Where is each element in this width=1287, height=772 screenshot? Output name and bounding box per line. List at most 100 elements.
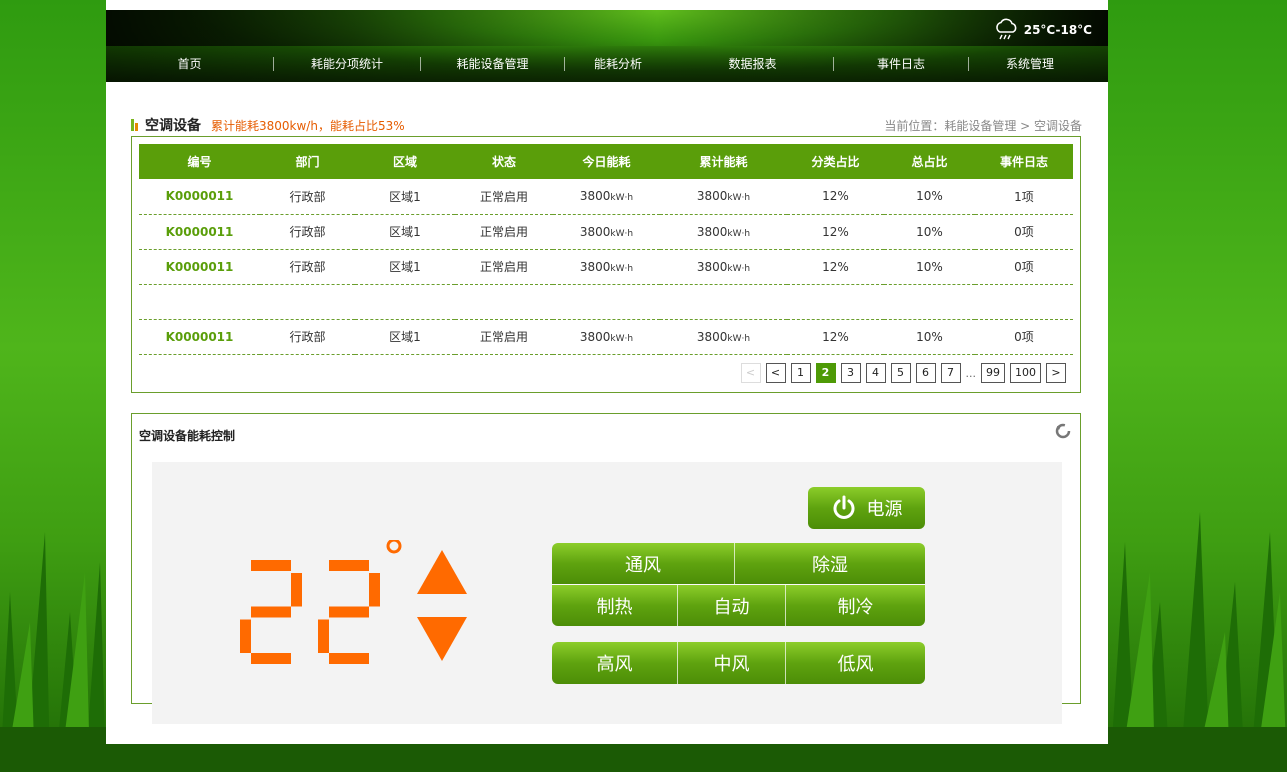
table-row[interactable]: K0000011 行政部 区域1 正常启用 3800kW·h 3800kW·h … <box>139 179 1073 215</box>
col-header-total[interactable]: 累计能耗 <box>660 144 787 179</box>
degree-symbol <box>386 540 402 554</box>
heat-button[interactable]: 制热 <box>552 585 678 626</box>
table-row[interactable]: K0000011 行政部 区域1 正常启用 3800kW·h 3800kW·h … <box>139 214 1073 250</box>
cell-total: 3800kW·h <box>660 214 787 250</box>
today-value: 3800 <box>579 189 611 204</box>
cool-button[interactable]: 制冷 <box>786 585 925 626</box>
mode-row-1: 通风 除湿 <box>552 543 925 584</box>
digit-segment <box>251 653 291 664</box>
cell-empty <box>260 284 355 320</box>
temp-up-arrow-icon[interactable] <box>417 550 467 595</box>
digit-segment <box>318 619 329 653</box>
today-value: 3800 <box>579 329 611 344</box>
pagination: < < 1 2 3 4 5 6 7 ... 99 100 > <box>740 363 1066 383</box>
col-header-cat-ratio[interactable]: 分类占比 <box>787 144 884 179</box>
cell-area: 区域1 <box>355 214 455 250</box>
nav-event-log[interactable]: 事件日志 <box>834 46 968 82</box>
fan-low-button[interactable]: 低风 <box>786 642 925 684</box>
pager-page-99[interactable]: 99 <box>981 363 1005 383</box>
cell-dept: 行政部 <box>260 249 355 285</box>
cell-today: 3800kW·h <box>553 319 660 355</box>
col-header-code[interactable]: 编号 <box>139 144 260 179</box>
cell-empty <box>139 284 260 320</box>
ac-control-panel: 空调设备能耗控制 22 ° 电源 <box>131 413 1081 724</box>
digit-segment <box>329 560 369 571</box>
total-value: 3800 <box>696 329 728 344</box>
cloud-rain-icon <box>995 18 1017 40</box>
cell-status: 正常启用 <box>455 214 553 250</box>
pager-prev-button[interactable]: < <box>765 363 786 383</box>
cell-empty <box>553 284 660 320</box>
pager-ellipsis: ... <box>965 366 977 380</box>
total-unit: kW·h <box>727 263 751 274</box>
cell-cat-ratio: 12% <box>787 319 884 355</box>
nav-device-mgmt[interactable]: 耗能设备管理 <box>421 46 564 82</box>
digit-segment <box>251 606 291 618</box>
today-value: 3800 <box>579 224 611 239</box>
table-row[interactable]: K0000011 行政部 区域1 正常启用 3800kW·h 3800kW·h … <box>139 249 1073 285</box>
cell-empty <box>455 284 553 320</box>
pager-next-button[interactable]: > <box>1046 363 1066 383</box>
col-header-area[interactable]: 区域 <box>355 144 455 179</box>
section-header: 空调设备 累计能耗3800kw/h，能耗占比53% <box>131 115 405 135</box>
cell-total: 3800kW·h <box>660 249 787 285</box>
nav-reports[interactable]: 数据报表 <box>672 46 833 82</box>
device-table-panel: 编号 部门 区域 状态 今日能耗 累计能耗 分类占比 总占比 事件日志 K000… <box>131 136 1081 393</box>
nav-analysis[interactable]: 能耗分析 <box>565 46 671 82</box>
total-value: 3800 <box>696 259 728 274</box>
col-header-dept[interactable]: 部门 <box>260 144 355 179</box>
cell-events[interactable]: 1项 <box>975 179 1073 215</box>
cell-cat-ratio: 12% <box>787 214 884 250</box>
digit-segment <box>329 606 369 618</box>
power-button[interactable]: 电源 <box>808 487 925 529</box>
pager-page-100[interactable]: 100 <box>1010 363 1041 383</box>
cell-total-ratio: 10% <box>884 179 975 215</box>
pager-first-button[interactable]: < <box>740 363 761 383</box>
digit-segment <box>369 573 380 607</box>
refresh-icon[interactable] <box>1055 423 1071 439</box>
ventilate-button[interactable]: 通风 <box>552 543 735 584</box>
cell-status: 正常启用 <box>455 319 553 355</box>
table-header-row: 编号 部门 区域 状态 今日能耗 累计能耗 分类占比 总占比 事件日志 <box>139 144 1073 179</box>
main-nav: 首页 耗能分项统计 耗能设备管理 能耗分析 数据报表 事件日志 系统管理 <box>106 46 1108 82</box>
nav-system[interactable]: 系统管理 <box>969 46 1091 82</box>
total-value: 3800 <box>696 224 728 239</box>
pager-page-5[interactable]: 5 <box>890 363 911 383</box>
dehumidify-button[interactable]: 除湿 <box>735 543 925 584</box>
cell-dept: 行政部 <box>260 319 355 355</box>
pager-page-current[interactable]: 2 <box>815 363 836 383</box>
total-unit: kW·h <box>727 228 751 239</box>
nav-home[interactable]: 首页 <box>106 46 273 82</box>
cell-code[interactable]: K0000011 <box>139 249 260 285</box>
cell-code[interactable]: K0000011 <box>139 179 260 215</box>
page-title: 空调设备 <box>145 118 201 134</box>
pager-page-7[interactable]: 7 <box>940 363 961 383</box>
pager-page-1[interactable]: 1 <box>790 363 811 383</box>
col-header-today[interactable]: 今日能耗 <box>553 144 660 179</box>
cell-code[interactable]: K0000011 <box>139 214 260 250</box>
cell-dept: 行政部 <box>260 214 355 250</box>
cell-cat-ratio: 12% <box>787 249 884 285</box>
col-header-total-ratio[interactable]: 总占比 <box>884 144 975 179</box>
cell-code[interactable]: K0000011 <box>139 319 260 355</box>
col-header-status[interactable]: 状态 <box>455 144 553 179</box>
cell-total-ratio: 10% <box>884 249 975 285</box>
digit-segment <box>240 619 251 653</box>
pager-page-3[interactable]: 3 <box>840 363 861 383</box>
fan-medium-button[interactable]: 中风 <box>678 642 786 684</box>
auto-button[interactable]: 自动 <box>678 585 786 626</box>
pager-page-4[interactable]: 4 <box>865 363 886 383</box>
temp-down-arrow-icon[interactable] <box>417 617 467 662</box>
table-row[interactable]: K0000011 行政部 区域1 正常启用 3800kW·h 3800kW·h … <box>139 319 1073 355</box>
digit-segment <box>329 653 369 664</box>
cell-today: 3800kW·h <box>553 249 660 285</box>
cell-events[interactable]: 0项 <box>975 319 1073 355</box>
fan-high-button[interactable]: 高风 <box>552 642 678 684</box>
pager-page-6[interactable]: 6 <box>915 363 936 383</box>
cell-total-ratio: 10% <box>884 319 975 355</box>
cell-events[interactable]: 0项 <box>975 249 1073 285</box>
cell-total: 3800kW·h <box>660 319 787 355</box>
col-header-events[interactable]: 事件日志 <box>975 144 1073 179</box>
cell-events[interactable]: 0项 <box>975 214 1073 250</box>
nav-energy-stats[interactable]: 耗能分项统计 <box>274 46 420 82</box>
